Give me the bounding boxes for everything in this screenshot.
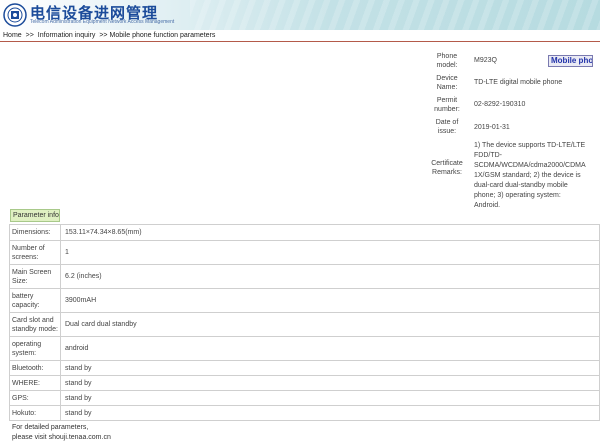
param-key: battery capacity: [9, 288, 61, 313]
site-subtitle: Telecom Administration Equipment Network… [30, 19, 175, 25]
table-row: Dimensions: 153.11×74.34×8.65(mm) [9, 224, 600, 241]
issue-date-row: Date of issue: 2019-01-31 [428, 118, 510, 136]
param-key: Card slot and standby mode: [9, 312, 61, 337]
param-value: android [60, 336, 600, 361]
footer-note: For detailed parameters, please visit sh… [12, 423, 111, 443]
param-key: Bluetooth: [9, 360, 61, 376]
table-row: Number of screens: 1 [9, 240, 600, 265]
parameter-table: Dimensions: 153.11×74.34×8.65(mm) Number … [9, 224, 600, 421]
permit-row: Permit number: 02-8292-190310 [428, 96, 525, 114]
param-value: 153.11×74.34×8.65(mm) [60, 224, 600, 241]
param-value: 3900mAH [60, 288, 600, 313]
param-key: Hokuto: [9, 405, 61, 421]
breadcrumb-current: Mobile phone function parameters [109, 32, 216, 39]
table-row: operating system: android [9, 336, 600, 361]
param-value: stand by [60, 375, 600, 391]
footer-line-1: For detailed parameters, [12, 424, 89, 431]
footer-site-link[interactable]: shouji.tenaa.com.cn [49, 434, 111, 441]
category-badge: Mobile phone [548, 55, 593, 67]
breadcrumb-separator: >> [99, 32, 108, 39]
device-name-row: Device Name: TD-LTE digital mobile phone [428, 74, 562, 92]
param-key: WHERE: [9, 375, 61, 391]
table-row: Main Screen Size: 6.2 (inches) [9, 264, 600, 289]
table-row: Hokuto: stand by [9, 405, 600, 421]
param-value: Dual card dual standby [60, 312, 600, 337]
model-value: M923Q [474, 57, 497, 64]
param-value: 6.2 (inches) [60, 264, 600, 289]
param-key: operating system: [9, 336, 61, 361]
name-label: Device Name: [436, 75, 458, 91]
table-row: Bluetooth: stand by [9, 360, 600, 376]
param-value: stand by [60, 405, 600, 421]
table-row: battery capacity: 3900mAH [9, 288, 600, 313]
breadcrumb-separator: >> [25, 32, 34, 39]
name-value: TD-LTE digital mobile phone [474, 79, 563, 86]
table-row: WHERE: stand by [9, 375, 600, 391]
param-key: GPS: [9, 390, 61, 406]
table-row: Card slot and standby mode: Dual card dua… [9, 312, 600, 337]
param-key: Main Screen Size: [9, 264, 61, 289]
circular-emblem-icon [3, 3, 27, 27]
permit-label: Permit number: [434, 97, 460, 113]
site-banner: 电信设备进网管理 Telecom Administration Equipmen… [0, 0, 600, 30]
banner-decoration [190, 0, 600, 30]
param-value: stand by [60, 390, 600, 406]
breadcrumb-info-link[interactable]: Information inquiry [38, 32, 96, 39]
param-key: Number of screens: [9, 240, 61, 265]
certificate-row: Certificate Remarks: 1) The device suppo… [428, 141, 588, 211]
table-row: GPS: stand by [9, 390, 600, 406]
param-key: Dimensions: [9, 224, 61, 241]
breadcrumb-home-link[interactable]: Home [3, 32, 22, 39]
param-value: stand by [60, 360, 600, 376]
param-value: 1 [60, 240, 600, 265]
breadcrumb: Home >> Information inquiry >> Mobile pho… [0, 30, 600, 42]
cert-value: 1) The device supports TD-LTE/LTE FDD/TD… [474, 142, 586, 209]
parameter-info-header: Parameter info [10, 209, 60, 222]
footer-visit-text: please visit [12, 434, 47, 441]
model-label: Phone model: [436, 53, 458, 69]
date-label: Date of issue: [435, 119, 459, 135]
date-value: 2019-01-31 [474, 124, 510, 131]
footer-line-2: please visit shouji.tenaa.com.cn [12, 433, 111, 443]
device-model-row: Phone model: M923Q [428, 52, 497, 70]
permit-value: 02-8292-190310 [474, 101, 526, 108]
cert-label: Certificate Remarks: [431, 160, 463, 176]
